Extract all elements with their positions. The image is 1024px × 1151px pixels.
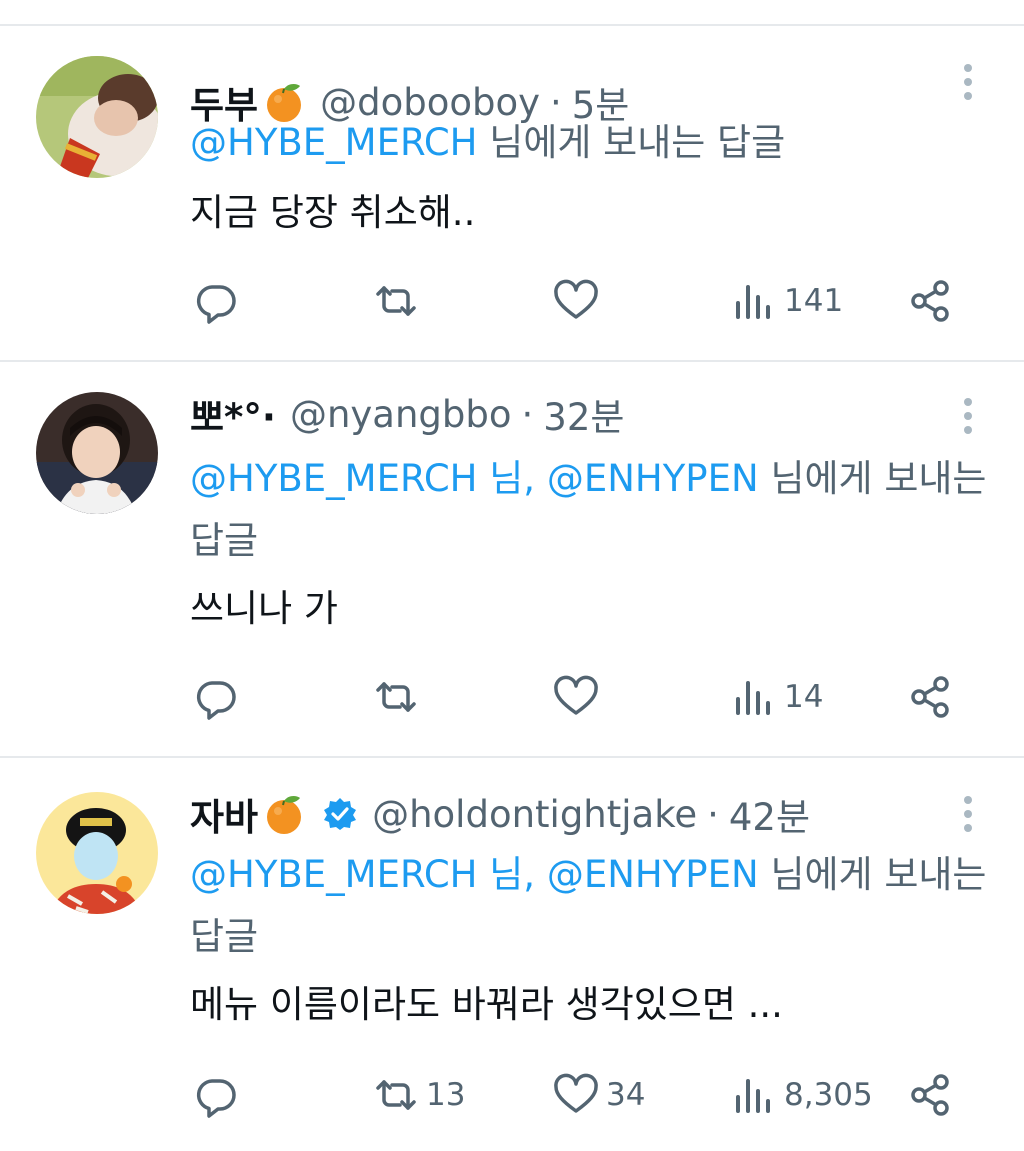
heart-icon <box>554 675 598 715</box>
share-button[interactable] <box>906 276 954 326</box>
reply-icon <box>196 681 236 720</box>
share-icon <box>911 1074 949 1116</box>
verified-badge-icon <box>324 798 357 830</box>
retweet-count: 13 <box>426 1077 466 1113</box>
reply-icon <box>196 285 236 324</box>
more-icon[interactable] <box>960 794 976 834</box>
views-button[interactable]: 14 <box>730 672 823 722</box>
retweet-icon <box>376 1080 416 1110</box>
views-count: 141 <box>784 283 844 319</box>
reply-suffix: 님에게 보내는 답글 <box>477 121 786 164</box>
timestamp[interactable]: 42분 <box>729 787 810 841</box>
like-button[interactable]: 34 <box>552 1070 645 1120</box>
views-icon <box>736 681 770 715</box>
share-icon <box>911 676 949 718</box>
like-count: 34 <box>606 1077 646 1113</box>
tweet-actions: 14 <box>0 672 1024 722</box>
avatar[interactable] <box>36 792 158 914</box>
like-button[interactable] <box>552 276 600 326</box>
tweet-header: 뽀*°· @nyangbbo · 32분 <box>190 388 624 440</box>
separator-dot: · <box>707 792 719 836</box>
reply-context: @HYBE_MERCH 님에게 보내는 답글 <box>190 112 990 174</box>
tweet-actions: 141 <box>0 276 1024 326</box>
avatar[interactable] <box>36 392 158 514</box>
timestamp[interactable]: 32분 <box>543 387 624 441</box>
tweet-text: 지금 당장 취소해.. <box>190 191 476 234</box>
display-name[interactable]: 뽀*°· <box>190 387 276 441</box>
tangerine-emoji <box>267 796 302 834</box>
reply-button[interactable] <box>192 276 240 326</box>
reply-button[interactable] <box>192 1070 240 1120</box>
separator-dot: · <box>521 392 534 436</box>
reply-mentions[interactable]: @HYBE_MERCH <box>190 121 478 164</box>
handle[interactable]: @holdontightjake <box>372 793 697 836</box>
tweet-text: 쓰니나 가 <box>190 587 338 630</box>
more-icon[interactable] <box>960 62 976 102</box>
display-name[interactable]: 자바 <box>190 787 258 841</box>
tweet[interactable]: 두부 @dobooboy · 5분 @HYBE_MERCH 님에게 보내는 답글… <box>0 26 1024 362</box>
like-button[interactable] <box>552 672 600 722</box>
share-button[interactable] <box>906 672 954 722</box>
views-count: 14 <box>784 679 824 715</box>
tweet[interactable]: 뽀*°· @nyangbbo · 32분 @HYBE_MERCH 님, @ENH… <box>0 362 1024 758</box>
tweet-actions: 13 34 8,305 <box>0 1070 1024 1120</box>
reply-context: @HYBE_MERCH 님, @ENHYPEN 님에게 보내는 답글 <box>190 844 990 968</box>
reply-mentions[interactable]: @HYBE_MERCH 님, @ENHYPEN <box>190 457 759 500</box>
retweet-button[interactable] <box>372 276 420 326</box>
reply-mentions[interactable]: @HYBE_MERCH 님, @ENHYPEN <box>190 853 759 896</box>
heart-icon <box>554 1073 598 1113</box>
views-icon <box>736 285 770 319</box>
reply-button[interactable] <box>192 672 240 722</box>
views-icon <box>736 1079 770 1113</box>
tweet-text: 메뉴 이름이라도 바꿔라 생각있으면 ... <box>190 983 783 1026</box>
handle[interactable]: @nyangbbo <box>290 393 512 436</box>
heart-icon <box>554 279 598 319</box>
views-count: 8,305 <box>784 1077 873 1113</box>
views-button[interactable]: 8,305 <box>730 1070 873 1120</box>
tweet-header: 자바 @holdontightjake · 42분 <box>190 788 810 840</box>
retweet-icon <box>376 286 416 316</box>
views-button[interactable]: 141 <box>730 276 843 326</box>
retweet-icon <box>376 682 416 712</box>
tweet[interactable]: 자바 @holdontightjake · 42분 @HYBE_MERCH 님,… <box>0 758 1024 1151</box>
reply-context: @HYBE_MERCH 님, @ENHYPEN 님에게 보내는 답글 <box>190 448 990 572</box>
retweet-button[interactable]: 13 <box>372 1070 465 1120</box>
retweet-button[interactable] <box>372 672 420 722</box>
share-icon <box>911 280 949 322</box>
share-button[interactable] <box>906 1070 954 1120</box>
avatar[interactable] <box>36 56 158 178</box>
more-icon[interactable] <box>960 396 976 436</box>
reply-icon <box>196 1079 236 1118</box>
